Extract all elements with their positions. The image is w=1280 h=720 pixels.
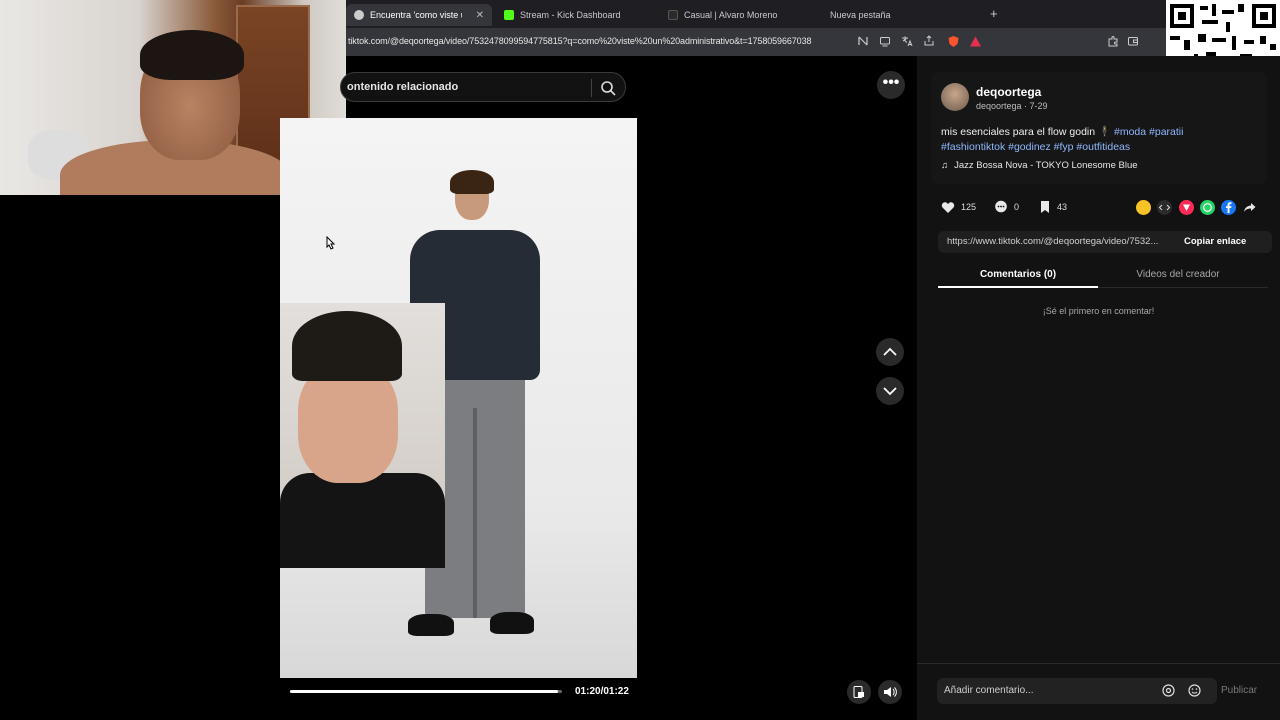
next-video-button[interactable] [876,377,904,405]
chevron-up-icon [883,347,897,356]
related-content-search[interactable]: ontenido relacionado [340,72,626,102]
more-options-button[interactable]: ••• [877,71,905,99]
previous-video-button[interactable] [876,338,904,366]
tab-creator-videos[interactable]: Videos del creador [1098,269,1258,280]
save-button[interactable]: 43 [1039,200,1067,214]
speaker-icon [354,10,364,20]
new-tab-icon[interactable]: + [990,6,998,21]
whatsapp-icon[interactable] [1200,200,1215,215]
volume-button[interactable] [878,680,902,704]
video-details-panel: deqoortega deqoortega · 7-29 mis esencia… [917,56,1280,720]
music-note-icon: ♫ [941,160,949,171]
tab-new-tab[interactable]: Nueva pestaña [822,4,972,26]
reader-mode-icon[interactable] [856,35,870,49]
share-arrow-icon[interactable] [1242,200,1257,215]
comment-icon [995,200,1007,213]
emoji-icon[interactable] [1187,683,1202,698]
url-field[interactable]: tiktok.com/@deqoortega/video/75324780995… [348,36,811,46]
tab-alvaro-moreno[interactable]: Casual | Alvaro Moreno [660,4,820,26]
video-model-shoe [408,614,454,636]
tab-label: Casual | Alvaro Moreno [684,10,778,20]
comment-placeholder: Añadir comentario... [944,685,1034,696]
cast-icon[interactable] [878,35,892,49]
video-link[interactable]: https://www.tiktok.com/@deqoortega/video… [947,236,1172,247]
video-creator-overlay [280,303,445,568]
comment-divider [917,663,1280,664]
embed-share-icon[interactable] [1136,200,1151,215]
copy-link-button[interactable]: Copiar enlace [1184,236,1246,247]
music-title: Jazz Bossa Nova - TOKYO Lonesome Blue [954,160,1138,171]
search-text: ontenido relacionado [347,81,459,93]
video-link-box: https://www.tiktok.com/@deqoortega/video… [938,231,1272,253]
video-model-shoe [490,612,534,634]
caption-text: mis esenciales para el flow godin 🕴 [941,126,1112,138]
empty-comments-message: ¡Sé el primero en comentar! [1042,306,1155,316]
publish-button[interactable]: Publicar [1221,685,1257,696]
tab-label: Stream - Kick Dashboard [520,10,621,20]
video-time: 01:20/01:22 [575,686,629,697]
extensions-icon[interactable] [1106,35,1120,49]
author-meta: deqoortega · 7-29 [976,101,1048,111]
brave-shield-icon[interactable] [946,35,960,49]
bookmark-icon [1041,201,1049,213]
speaker-icon [884,687,897,697]
like-count: 125 [961,202,977,212]
tab-kick-dashboard[interactable]: Stream - Kick Dashboard [496,4,656,26]
search-divider [591,79,592,97]
floating-player-button[interactable] [847,680,871,704]
active-tab-indicator [938,286,1098,288]
tab-comments[interactable]: Comentarios (0) [938,269,1098,280]
heart-icon [941,201,955,213]
hashtag-links[interactable]: #fashiontiktok #godinez #fyp #outfitidea… [941,141,1130,153]
video-progress-fill [290,690,558,693]
video-progress-bar[interactable] [290,690,562,693]
save-count: 43 [1057,202,1068,212]
video-frame[interactable] [280,118,637,678]
wallet-icon[interactable] [1126,35,1140,49]
site-favicon-icon [668,10,678,20]
tab-tiktok-search[interactable]: Encuentra 'como viste un adr ✕ [346,4,492,26]
author-avatar[interactable] [941,83,969,111]
tab-label: Encuentra 'como viste un adr [370,10,462,20]
beanie [292,311,402,381]
chevron-down-icon [883,387,897,396]
webcam-streamer-hair [140,30,244,80]
music-link[interactable]: ♫ Jazz Bossa Nova - TOKYO Lonesome Blue [941,160,1138,171]
facebook-icon[interactable] [1221,200,1236,215]
author-name[interactable]: deqoortega [976,85,1041,99]
share-page-icon[interactable] [922,35,936,49]
code-embed-icon[interactable] [1157,200,1172,215]
floating-player-icon [853,686,864,698]
mention-icon[interactable] [1161,683,1176,698]
translate-icon[interactable] [900,35,914,49]
hashtag-links[interactable]: #moda #paratii [1114,126,1183,138]
search-icon[interactable] [599,79,617,97]
brave-rewards-icon[interactable] [968,35,982,49]
comment-input[interactable]: Añadir comentario... [937,678,1217,704]
comment-count: 0 [1014,202,1020,212]
kick-logo-icon [504,10,514,20]
video-caption: mis esenciales para el flow godin 🕴 #mod… [941,125,1241,155]
comment-button[interactable]: 0 [994,200,1019,214]
send-to-friends-icon[interactable] [1179,200,1194,215]
mouse-cursor-icon [324,235,336,255]
like-button[interactable]: 125 [941,200,976,214]
tab-label: Nueva pestaña [830,10,891,20]
close-tab-icon[interactable]: ✕ [476,10,484,21]
